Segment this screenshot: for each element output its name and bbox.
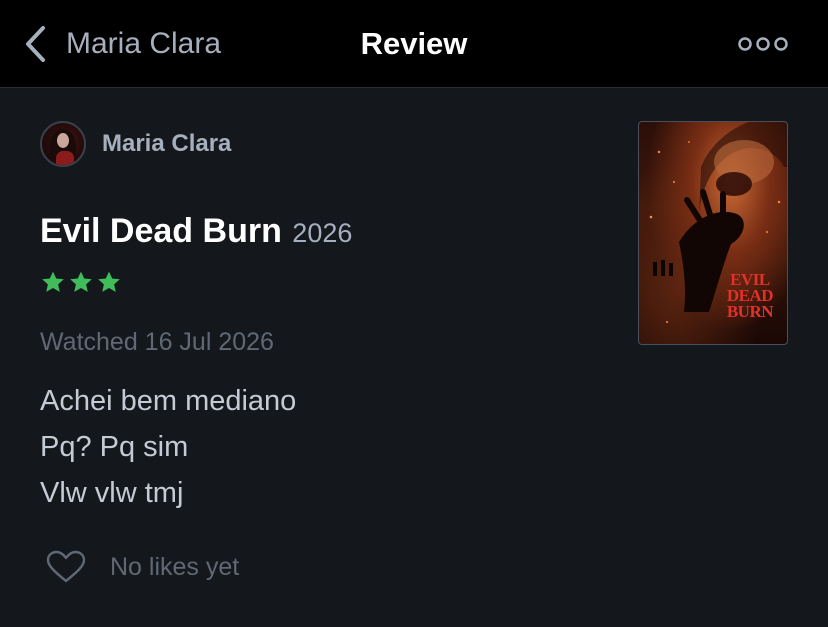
film-year: 2026 [292, 218, 353, 248]
page-title: Review [360, 26, 468, 61]
poster-title: EVIL DEAD BURN [726, 271, 774, 321]
watched-date: Watched 16 Jul 2026 [40, 328, 274, 356]
review-line: Achei bem mediano [40, 385, 297, 417]
review-line: Vlw vlw tmj [40, 477, 184, 509]
avatar[interactable] [40, 121, 86, 167]
likes-label: No likes yet [110, 552, 240, 581]
review-content: Maria Clara Evil Dead Burn 2026 Watched … [0, 88, 828, 627]
heart-icon[interactable] [46, 550, 86, 584]
star-rating [40, 270, 124, 295]
star-icon [70, 271, 92, 292]
star-icon [98, 271, 120, 292]
author-name[interactable]: Maria Clara [102, 130, 231, 158]
navigation-bar: Maria Clara Review [0, 0, 828, 88]
film-heading: Evil Dead Burn 2026 [40, 212, 352, 251]
poster-title-line: BURN [726, 302, 774, 321]
review-line: Pq? Pq sim [40, 431, 189, 463]
star-icon [42, 271, 64, 292]
likes-row: No likes yet [46, 550, 239, 584]
film-poster[interactable]: EVIL DEAD BURN [638, 121, 788, 345]
review-author[interactable]: Maria Clara [40, 121, 231, 167]
film-title[interactable]: Evil Dead Burn [40, 212, 282, 250]
more-horizontal-icon[interactable] [738, 35, 788, 53]
review-text: Achei bem mediano Pq? Pq sim Vlw vlw tmj [40, 378, 296, 516]
